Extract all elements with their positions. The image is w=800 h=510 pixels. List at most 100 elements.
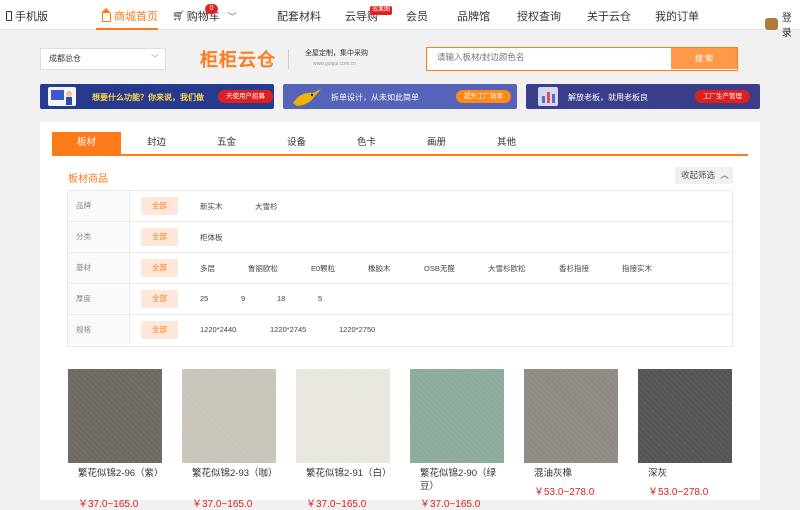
filter-all-button[interactable]: 全部 bbox=[141, 259, 178, 277]
filter-option[interactable]: 新实木 bbox=[200, 201, 223, 212]
product-card[interactable]: 繁花似锦2-93（咖） ￥37.0~165.0 bbox=[182, 369, 278, 510]
tab-other[interactable]: 其他 bbox=[472, 132, 541, 154]
slogan-url: www.guigui.com.cn bbox=[313, 61, 356, 67]
guide-badge: 效果图 bbox=[370, 6, 393, 15]
product-image[interactable] bbox=[296, 369, 390, 463]
search-input[interactable] bbox=[437, 52, 657, 62]
mobile-version-link[interactable]: 手机版 bbox=[6, 8, 48, 24]
login-label: 登录 bbox=[781, 13, 792, 39]
city-select[interactable]: 成都总仓 ﹀ bbox=[40, 48, 166, 70]
banner-text: 想要什么功能？你来说，我们做 bbox=[92, 93, 204, 102]
category-tabs: 板材 封边 五金 设备 色卡 画册 其他 bbox=[52, 132, 748, 156]
filter-option[interactable]: 1220*2750 bbox=[339, 325, 375, 334]
product-name[interactable]: 繁花似锦2-91（白） bbox=[306, 467, 392, 480]
product-price: ￥37.0~165.0 bbox=[420, 499, 481, 510]
filter-option[interactable]: 1220*2745 bbox=[270, 325, 306, 334]
product-price: ￥53.0~278.0 bbox=[534, 487, 595, 498]
filter-option[interactable]: 大雪杉欧松 bbox=[488, 263, 526, 274]
product-name[interactable]: 繁花似锦2-90（绿豆） bbox=[420, 467, 504, 493]
product-card[interactable]: 混油灰橡 ￥53.0~278.0 bbox=[524, 369, 618, 500]
filter-option[interactable]: 9 bbox=[241, 294, 245, 303]
top-nav-bar: 手机版 商城首页 🛒︎ 购物车 ﹀ 0 配套材料 云导购 效果图 会员 品牌馆 … bbox=[0, 0, 800, 39]
product-image[interactable] bbox=[410, 369, 504, 463]
phone-icon bbox=[6, 11, 12, 21]
tab-color-card[interactable]: 色卡 bbox=[332, 132, 401, 154]
tab-board[interactable]: 板材 bbox=[52, 132, 121, 154]
product-card[interactable]: 繁花似锦2-90（绿豆） ￥37.0~165.0 bbox=[410, 369, 504, 510]
banner-button[interactable]: 提升工厂效率 bbox=[456, 90, 511, 103]
city-select-value: 成都总仓 bbox=[49, 54, 81, 63]
product-image[interactable] bbox=[638, 369, 732, 463]
nav-member[interactable]: 会员 bbox=[406, 8, 428, 24]
banner-button[interactable]: 天使用户招募 bbox=[218, 90, 273, 103]
filter-all-button[interactable]: 全部 bbox=[141, 197, 178, 215]
filter-option[interactable]: 香杉指接 bbox=[559, 263, 589, 274]
filter-option[interactable]: 指接实木 bbox=[622, 263, 652, 274]
filter-option[interactable]: 25 bbox=[200, 294, 208, 303]
nav-materials[interactable]: 配套材料 bbox=[277, 8, 321, 24]
search-button[interactable]: 搜 索 bbox=[671, 48, 737, 69]
banner-feature-request[interactable]: 想要什么功能？你来说，我们做 天使用户招募 bbox=[40, 84, 274, 109]
chevron-down-icon: ﹀ bbox=[227, 11, 237, 22]
mobile-version-label: 手机版 bbox=[15, 11, 48, 23]
filter-label: 厚度 bbox=[68, 284, 130, 314]
filter-all-button[interactable]: 全部 bbox=[141, 290, 178, 308]
product-card[interactable]: 繁花似锦2-96（紫） ￥37.0~165.0 bbox=[68, 369, 164, 510]
product-name[interactable]: 混油灰橡 bbox=[534, 467, 618, 480]
nav-home[interactable]: 商城首页 bbox=[101, 7, 158, 24]
product-price: ￥37.0~165.0 bbox=[78, 499, 139, 510]
collapse-filter-button[interactable]: 收起筛选 ︿ bbox=[675, 167, 733, 184]
slogan: 全屋定制，集中采购 bbox=[305, 50, 368, 57]
filter-option[interactable]: OSB无醛 bbox=[424, 263, 455, 274]
product-card[interactable]: 深灰 ￥53.0~278.0 bbox=[638, 369, 732, 500]
banner-split-design[interactable]: 拆单设计，从未如此简单 提升工厂效率 bbox=[283, 84, 517, 109]
site-logo[interactable]: 柜柜云仓 bbox=[200, 46, 276, 72]
product-image[interactable] bbox=[68, 369, 162, 463]
product-image[interactable] bbox=[524, 369, 618, 463]
filter-all-button[interactable]: 全部 bbox=[141, 228, 178, 246]
chevron-down-icon: ﹀ bbox=[151, 54, 159, 63]
filter-row-thickness: 厚度 全部 25 9 18 5 bbox=[68, 284, 732, 315]
filter-label: 分类 bbox=[68, 222, 130, 252]
filter-option[interactable]: 18 bbox=[277, 294, 285, 303]
filter-option[interactable]: 柜体板 bbox=[200, 232, 223, 243]
filter-option[interactable]: 橡胶木 bbox=[368, 263, 391, 274]
product-name[interactable]: 繁花似锦2-96（紫） bbox=[78, 467, 164, 480]
product-image[interactable] bbox=[182, 369, 276, 463]
avatar bbox=[765, 18, 778, 30]
filter-option[interactable]: 鲁丽欧松 bbox=[248, 263, 278, 274]
tab-album[interactable]: 画册 bbox=[402, 132, 471, 154]
product-price: ￥37.0~165.0 bbox=[306, 499, 367, 510]
product-panel: 板材 封边 五金 设备 色卡 画册 其他 板材商品 收起筛选 ︿ 品牌 全部 新… bbox=[40, 122, 760, 510]
cart-count-badge: 0 bbox=[205, 4, 218, 14]
nav-auth-query[interactable]: 授权查询 bbox=[517, 8, 561, 24]
filter-all-button[interactable]: 全部 bbox=[141, 321, 178, 339]
filter-row-brand: 品牌 全部 新实木 大雪杉 bbox=[68, 191, 732, 222]
tab-edge-banding[interactable]: 封边 bbox=[122, 132, 191, 154]
filter-option[interactable]: 多层 bbox=[200, 263, 215, 274]
collapse-label: 收起筛选 bbox=[681, 170, 716, 180]
banner-factory-management[interactable]: 解放老板，就用老板良 工厂生产管理 bbox=[526, 84, 760, 109]
nav-my-orders[interactable]: 我的订单 bbox=[655, 8, 699, 24]
nav-home-label: 商城首页 bbox=[114, 11, 158, 23]
banner-button[interactable]: 工厂生产管理 bbox=[695, 90, 750, 103]
product-name[interactable]: 深灰 bbox=[648, 467, 732, 480]
nav-brands[interactable]: 品牌馆 bbox=[457, 8, 490, 24]
cart-icon: 🛒︎ bbox=[172, 10, 185, 22]
home-icon bbox=[101, 7, 111, 22]
login-link[interactable]: 登录 bbox=[765, 9, 800, 39]
filter-option[interactable]: E0颗粒 bbox=[311, 263, 335, 274]
product-name[interactable]: 繁花似锦2-93（咖） bbox=[192, 467, 278, 480]
product-card[interactable]: 繁花似锦2-91（白） ￥37.0~165.0 bbox=[296, 369, 392, 510]
filter-option[interactable]: 1220*2440 bbox=[200, 325, 236, 334]
tab-hardware[interactable]: 五金 bbox=[192, 132, 261, 154]
filter-option[interactable]: 大雪杉 bbox=[255, 201, 278, 212]
logo-divider bbox=[288, 49, 289, 69]
filter-label: 品牌 bbox=[68, 191, 130, 221]
filter-row-substrate: 基材 全部 多层 鲁丽欧松 E0颗粒 橡胶木 OSB无醛 大雪杉欧松 香杉指接 … bbox=[68, 253, 732, 284]
chart-icon bbox=[538, 87, 558, 106]
tab-equipment[interactable]: 设备 bbox=[262, 132, 331, 154]
nav-about[interactable]: 关于云仓 bbox=[587, 8, 631, 24]
filter-option[interactable]: 5 bbox=[318, 294, 322, 303]
filter-row-size: 规格 全部 1220*2440 1220*2745 1220*2750 bbox=[68, 315, 732, 346]
